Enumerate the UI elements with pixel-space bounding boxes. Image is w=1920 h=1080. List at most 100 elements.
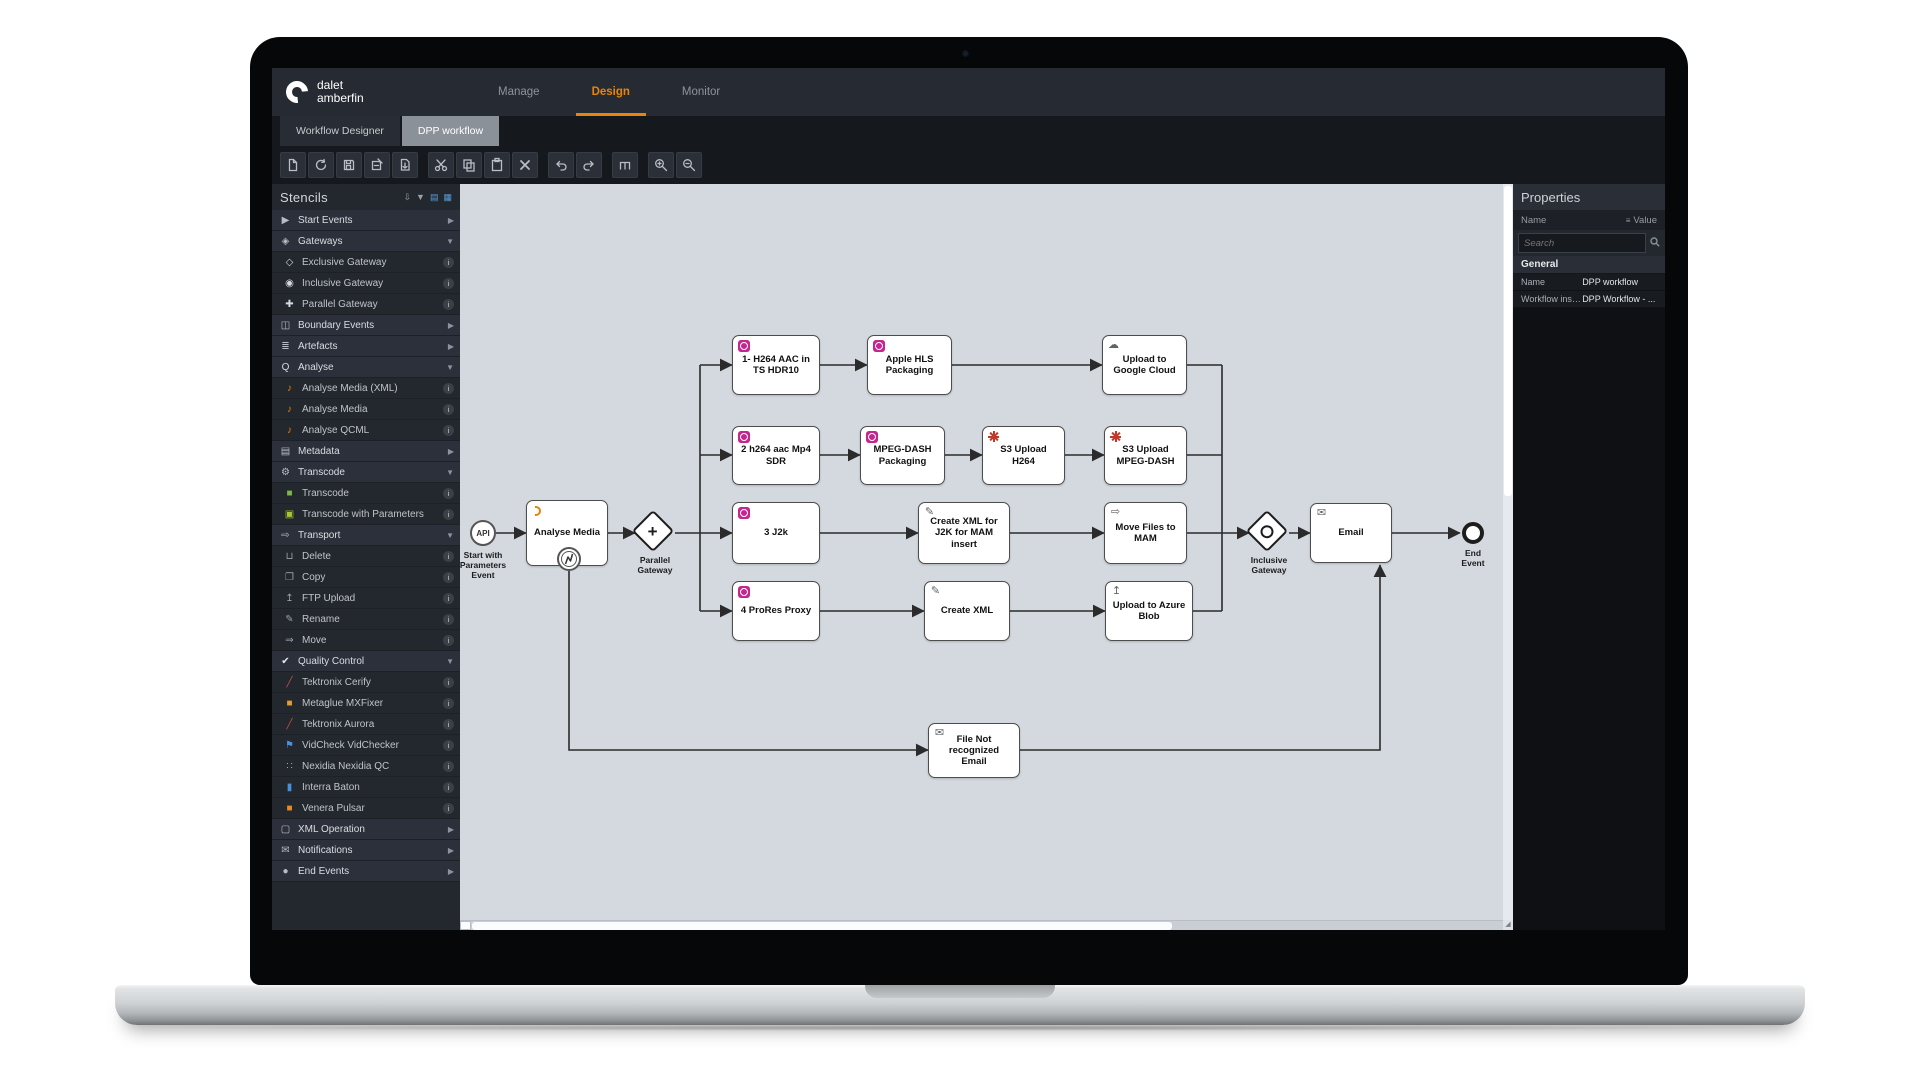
vertical-scroll-thumb[interactable] <box>1504 186 1512 496</box>
canvas-horizontal-scrollbar[interactable] <box>460 920 1503 930</box>
zoom-out-button[interactable] <box>676 152 702 178</box>
stencil-item-transcode[interactable]: ⚙Transcode▼ <box>272 462 460 483</box>
zoom-in-button[interactable] <box>648 152 674 178</box>
stencil-item-metadata[interactable]: ▤Metadata▶ <box>272 441 460 462</box>
info-icon[interactable]: i <box>443 257 454 268</box>
info-icon[interactable]: i <box>443 425 454 436</box>
info-icon[interactable]: i <box>443 761 454 772</box>
info-icon[interactable]: i <box>443 572 454 583</box>
stencil-item-venera-pulsar[interactable]: ■Venera Pulsari <box>272 798 460 819</box>
node-s3-h264[interactable]: S3 Upload H264 <box>982 426 1065 485</box>
stencil-item-gateways[interactable]: ◈Gateways▼ <box>272 231 460 252</box>
chevron-right-icon[interactable]: ▶ <box>448 447 454 456</box>
info-icon[interactable]: i <box>443 593 454 604</box>
new-button[interactable] <box>280 152 306 178</box>
stencil-item-exclusive-gateway[interactable]: ◇Exclusive Gatewayi <box>272 252 460 273</box>
info-icon[interactable]: i <box>443 278 454 289</box>
undo-button[interactable] <box>548 152 574 178</box>
info-icon[interactable]: i <box>443 404 454 415</box>
node-t2[interactable]: 2 h264 aac Mp4 SDR <box>732 426 820 485</box>
nav-item-manage[interactable]: Manage <box>472 68 566 116</box>
stencil-item-metaglue-mxfixer[interactable]: ■Metaglue MXFixeri <box>272 693 460 714</box>
scrollbar-grip[interactable] <box>460 921 471 930</box>
info-icon[interactable]: i <box>443 719 454 730</box>
node-apple-hls[interactable]: Apple HLS Packaging <box>867 335 952 395</box>
node-gw-inclusive[interactable] <box>1246 510 1288 552</box>
stencil-item-notifications[interactable]: ✉Notifications▶ <box>272 840 460 861</box>
node-t4[interactable]: 4 ProRes Proxy <box>732 581 820 641</box>
workflow-canvas[interactable]: APIStart with Parameters EventAnalyse Me… <box>460 184 1513 930</box>
canvas-vertical-scrollbar[interactable] <box>1503 184 1513 920</box>
sort-icon[interactable]: ≡ <box>1626 216 1631 225</box>
open-button[interactable] <box>308 152 334 178</box>
stencil-item-analyse[interactable]: QAnalyse▼ <box>272 357 460 378</box>
stencil-item-ftp-upload[interactable]: ↥FTP Uploadi <box>272 588 460 609</box>
node-create-xml[interactable]: ✎Create XML <box>924 581 1010 641</box>
view-list-icon[interactable]: ▤ <box>430 192 439 203</box>
node-file-not-recognized[interactable]: ✉File Not recognized Email <box>928 723 1020 778</box>
stencil-item-inclusive-gateway[interactable]: ◉Inclusive Gatewayi <box>272 273 460 294</box>
info-icon[interactable]: i <box>443 782 454 793</box>
column-value[interactable]: Value <box>1633 215 1657 226</box>
chevron-down-icon[interactable]: ▼ <box>446 657 454 666</box>
stencil-item-analyse-media[interactable]: ♪Analyse Mediai <box>272 399 460 420</box>
stencil-item-end-events[interactable]: ●End Events▶ <box>272 861 460 882</box>
stencil-item-start-events[interactable]: ▶Start Events▶ <box>272 210 460 231</box>
chevron-right-icon[interactable]: ▶ <box>448 867 454 876</box>
chevron-right-icon[interactable]: ▶ <box>448 825 454 834</box>
ruler-button[interactable] <box>612 152 638 178</box>
node-azure-blob[interactable]: ↥Upload to Azure Blob <box>1105 581 1193 641</box>
stencil-item-transport[interactable]: ⇨Transport▼ <box>272 525 460 546</box>
chevron-down-icon[interactable]: ▼ <box>446 468 454 477</box>
stencil-item-rename[interactable]: ✎Renamei <box>272 609 460 630</box>
chevron-right-icon[interactable]: ▶ <box>448 342 454 351</box>
chevron-down-icon[interactable]: ▼ <box>446 237 454 246</box>
stencil-item-artefacts[interactable]: ≣Artefacts▶ <box>272 336 460 357</box>
info-icon[interactable]: i <box>443 488 454 499</box>
node-t3[interactable]: 3 J2k <box>732 502 820 564</box>
stencil-item-delete[interactable]: ⊔Deletei <box>272 546 460 567</box>
tab-dpp-workflow[interactable]: DPP workflow <box>402 116 499 146</box>
stencil-item-tektronix-cerify[interactable]: ╱Tektronix Cerifyi <box>272 672 460 693</box>
node-boundary-error-boundary-event[interactable] <box>557 547 581 571</box>
stencil-item-quality-control[interactable]: ✔Quality Control▼ <box>272 651 460 672</box>
property-row-name[interactable]: NameDPP workflow <box>1513 274 1665 291</box>
properties-column-header[interactable]: Name ≡ Value <box>1513 210 1665 230</box>
filter-icon[interactable]: ▼ <box>416 192 425 202</box>
node-email[interactable]: ✉Email <box>1310 503 1392 563</box>
node-google-cloud[interactable]: ☁Upload to Google Cloud <box>1102 335 1187 395</box>
property-value[interactable]: DPP workflow <box>1582 277 1657 287</box>
stencil-item-vidcheck-vidchecker[interactable]: ⚑VidCheck VidCheckeri <box>272 735 460 756</box>
info-icon[interactable]: i <box>443 614 454 625</box>
property-row-workflow-instance[interactable]: Workflow instance ...DPP Workflow - ... <box>1513 291 1665 308</box>
chevron-right-icon[interactable]: ▶ <box>448 321 454 330</box>
node-gw-parallel[interactable]: + <box>632 510 674 552</box>
nav-item-design[interactable]: Design <box>566 68 656 116</box>
chevron-down-icon[interactable]: ▼ <box>446 531 454 540</box>
node-mpeg-dash[interactable]: MPEG-DASH Packaging <box>860 426 945 485</box>
node-start-event[interactable]: API <box>470 520 496 546</box>
node-move-mam[interactable]: ⇨Move Files to MAM <box>1104 502 1187 564</box>
import-button[interactable] <box>392 152 418 178</box>
stencil-item-analyse-qcml[interactable]: ♪Analyse QCMLi <box>272 420 460 441</box>
property-value[interactable]: DPP Workflow - ... <box>1582 294 1657 304</box>
stencil-item-transcode[interactable]: ■Transcodei <box>272 483 460 504</box>
nav-item-monitor[interactable]: Monitor <box>656 68 746 116</box>
stencil-item-analyse-media-xml[interactable]: ♪Analyse Media (XML)i <box>272 378 460 399</box>
paste-button[interactable] <box>484 152 510 178</box>
delete-button[interactable] <box>512 152 538 178</box>
copy-button[interactable] <box>456 152 482 178</box>
info-icon[interactable]: i <box>443 677 454 688</box>
node-s3-mpegdash[interactable]: S3 Upload MPEG-DASH <box>1104 426 1187 485</box>
save-as-button[interactable] <box>364 152 390 178</box>
redo-button[interactable] <box>576 152 602 178</box>
chevron-down-icon[interactable]: ▼ <box>446 363 454 372</box>
tab-workflow-designer[interactable]: Workflow Designer <box>280 116 400 146</box>
info-icon[interactable]: i <box>443 635 454 646</box>
info-icon[interactable]: i <box>443 299 454 310</box>
stencil-item-interra-baton[interactable]: ▮Interra Batoni <box>272 777 460 798</box>
info-icon[interactable]: i <box>443 740 454 751</box>
info-icon[interactable]: i <box>443 383 454 394</box>
info-icon[interactable]: i <box>443 509 454 520</box>
chevron-right-icon[interactable]: ▶ <box>448 216 454 225</box>
